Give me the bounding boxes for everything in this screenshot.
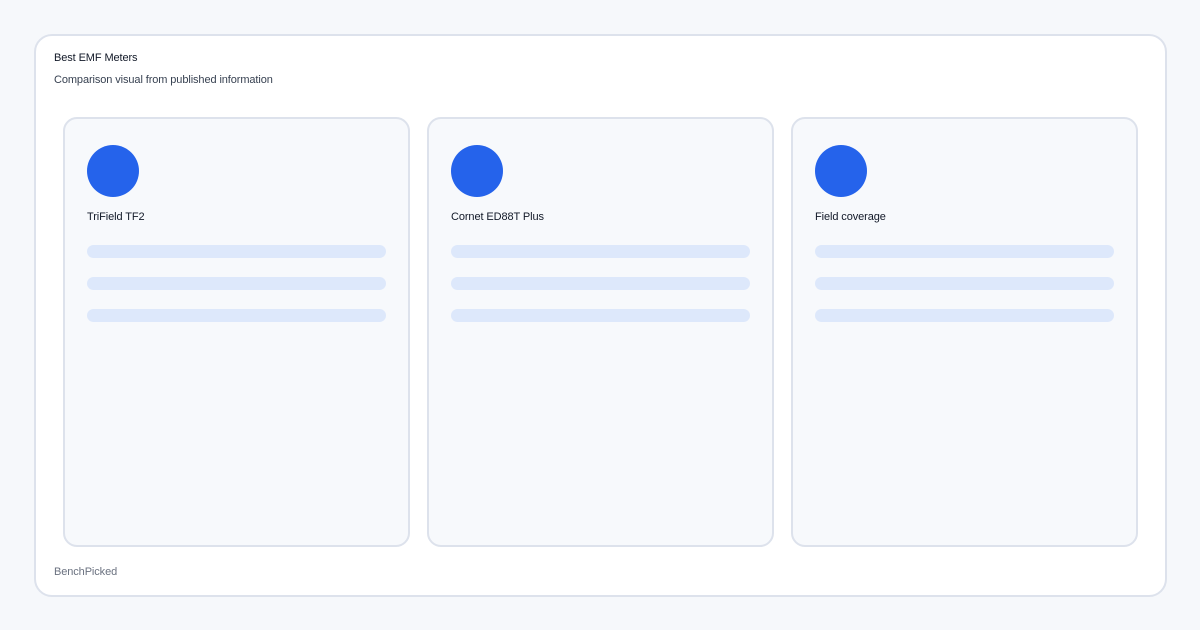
placeholder-bar: [87, 277, 386, 290]
product-avatar: [451, 145, 503, 197]
product-avatar: [87, 145, 139, 197]
placeholder-bar: [87, 245, 386, 258]
product-card-label: Field coverage: [815, 211, 886, 223]
product-card: Field coverage: [791, 117, 1138, 547]
page-subtitle: Comparison visual from published informa…: [54, 74, 273, 86]
placeholder-bar: [451, 309, 750, 322]
placeholder-bar: [815, 309, 1114, 322]
product-card: TriField TF2: [63, 117, 410, 547]
placeholder-bar: [451, 245, 750, 258]
placeholder-bar: [815, 277, 1114, 290]
product-avatar: [815, 145, 867, 197]
page-title: Best EMF Meters: [54, 52, 138, 64]
product-card: Cornet ED88T Plus: [427, 117, 774, 547]
placeholder-bar: [87, 309, 386, 322]
card-grid: TriField TF2 Cornet ED88T Plus Field cov…: [63, 117, 1138, 547]
comparison-panel: Best EMF Meters Comparison visual from p…: [34, 34, 1167, 597]
product-card-label: Cornet ED88T Plus: [451, 211, 544, 223]
brand-footer: BenchPicked: [54, 566, 118, 578]
product-card-label: TriField TF2: [87, 211, 145, 223]
placeholder-bar: [815, 245, 1114, 258]
placeholder-bar: [451, 277, 750, 290]
